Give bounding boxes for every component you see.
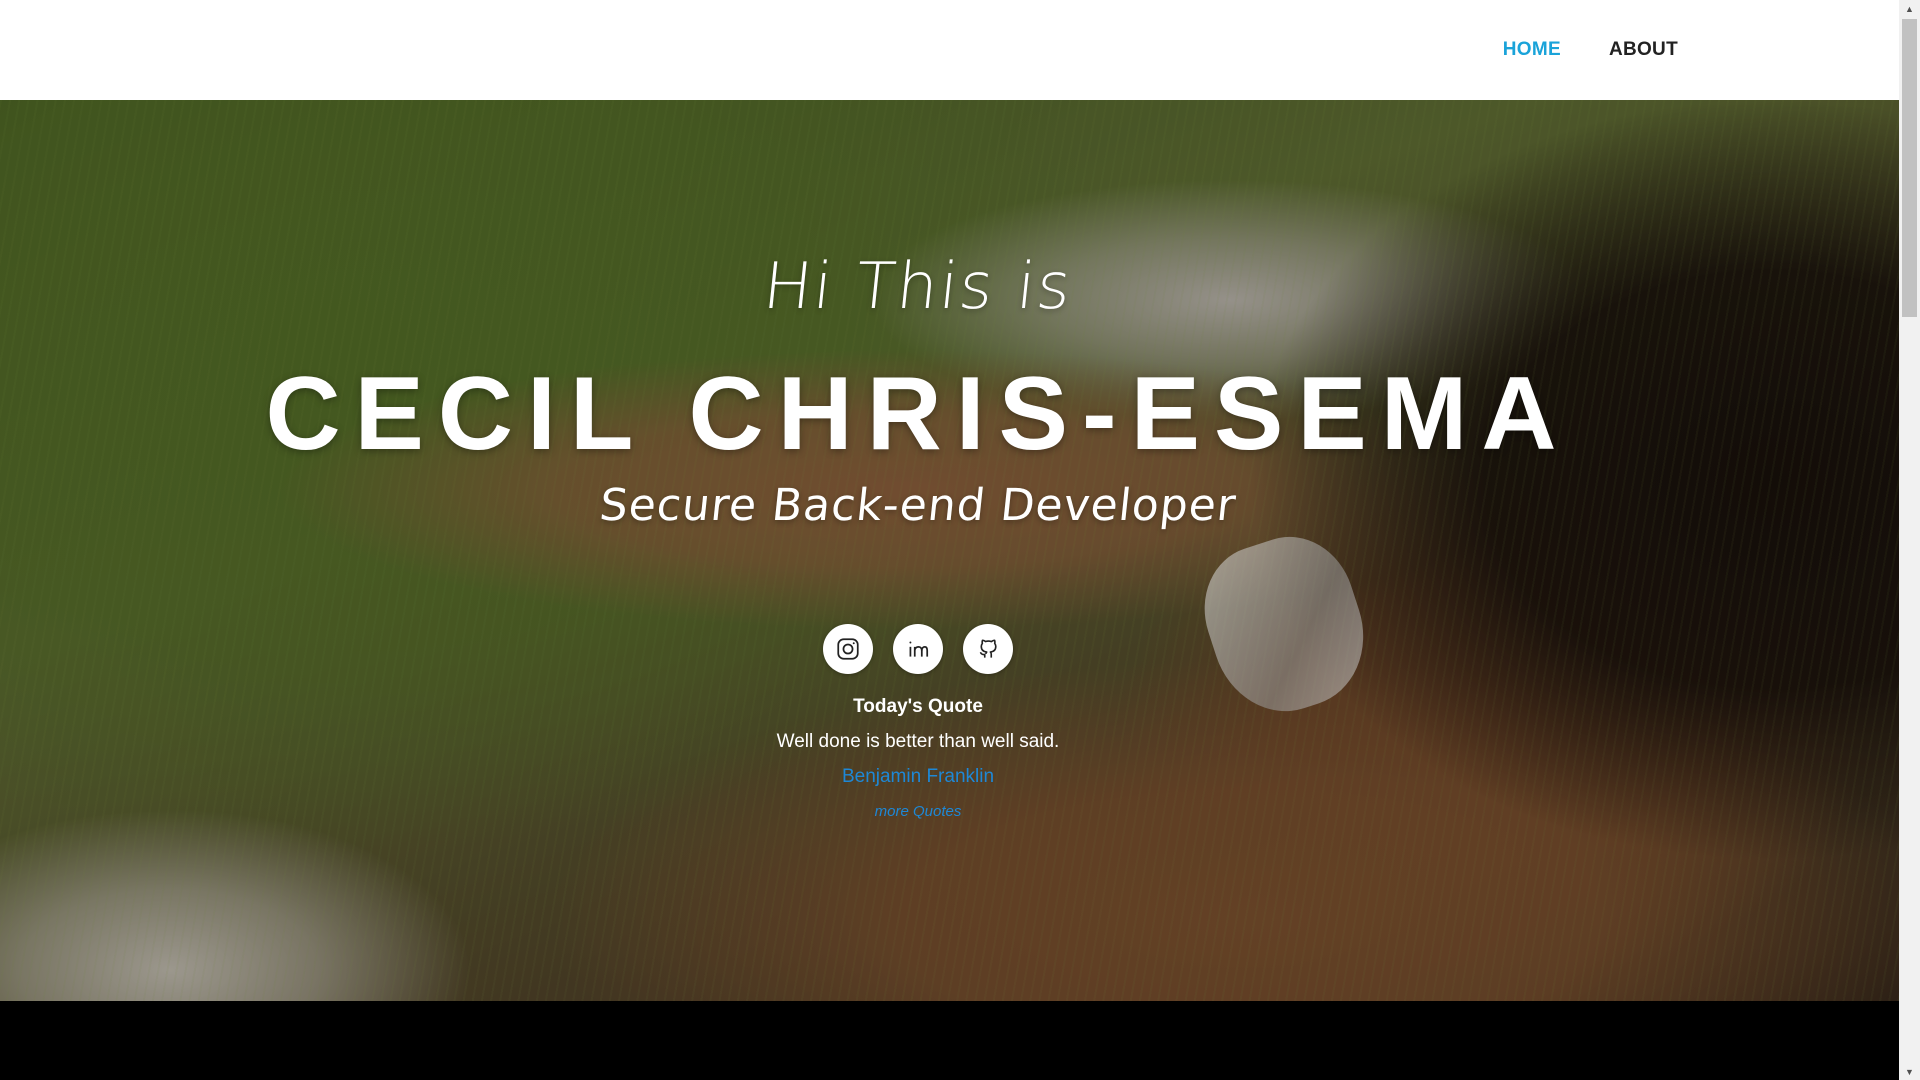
linkedin-icon: [909, 641, 929, 657]
github-button[interactable]: [963, 624, 1013, 674]
hero-greeting: Hi This is: [759, 250, 1077, 324]
scroll-up-arrow-icon[interactable]: ▲: [1899, 0, 1920, 17]
instagram-icon: [837, 638, 859, 660]
scrollbar-thumb[interactable]: [1902, 19, 1917, 317]
navbar: HOME ABOUT: [0, 0, 1899, 100]
scrollbar[interactable]: ▲ ▼: [1899, 0, 1920, 1080]
github-icon: [979, 639, 997, 658]
page: HOME ABOUT Hi This is CECIL CHRIS-ESEMA …: [0, 0, 1920, 1080]
nav-about-link[interactable]: ABOUT: [1609, 39, 1678, 61]
nav-links: HOME ABOUT: [1503, 0, 1678, 100]
hero-section: Hi This is CECIL CHRIS-ESEMA Secure Back…: [0, 100, 1899, 1001]
scroll-down-arrow-icon[interactable]: ▼: [1899, 1063, 1920, 1080]
social-links: [0, 624, 1836, 674]
quote-author-link[interactable]: Benjamin Franklin: [0, 766, 1836, 788]
more-quotes-link[interactable]: more Quotes: [0, 803, 1836, 820]
hero-content: Hi This is CECIL CHRIS-ESEMA Secure Back…: [0, 100, 1836, 1001]
next-section: [0, 1001, 1899, 1080]
hero-name: CECIL CHRIS-ESEMA: [265, 356, 1571, 472]
nav-home-link[interactable]: HOME: [1503, 39, 1561, 61]
quote-title: Today's Quote: [853, 696, 983, 717]
hero-role: Secure Back-end Developer: [597, 480, 1239, 531]
instagram-button[interactable]: [823, 624, 873, 674]
linkedin-button[interactable]: [893, 624, 943, 674]
quote-text: Well done is better than well said.: [776, 731, 1060, 752]
